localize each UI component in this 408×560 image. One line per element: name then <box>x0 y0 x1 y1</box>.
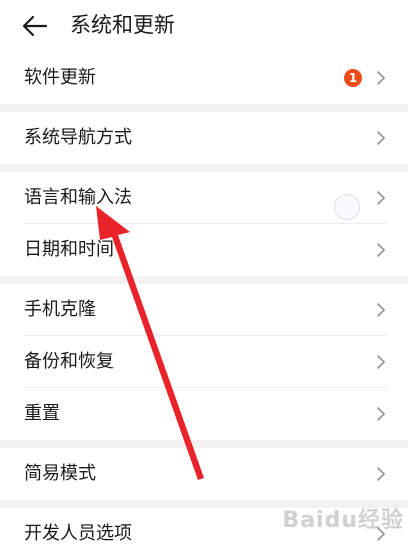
settings-item-software-update[interactable]: 软件更新 1 <box>0 52 408 104</box>
settings-item-system-navigation[interactable]: 系统导航方式 <box>0 112 408 164</box>
section-divider <box>0 104 408 112</box>
app-header: 系统和更新 <box>0 0 408 52</box>
chevron-right-icon <box>377 191 386 205</box>
watermark: Baidu经验 <box>282 508 404 533</box>
settings-item-backup-restore[interactable]: 备份和恢复 <box>0 336 408 388</box>
settings-item-phone-clone[interactable]: 手机克隆 <box>0 284 408 336</box>
section-divider <box>0 440 408 448</box>
settings-item-label: 日期和时间 <box>24 239 114 260</box>
settings-item-date-time[interactable]: 日期和时间 <box>0 224 408 276</box>
settings-item-label: 开发人员选项 <box>24 523 132 544</box>
settings-item-label: 手机克隆 <box>24 299 96 320</box>
arrow-left-icon[interactable] <box>20 12 50 40</box>
chevron-right-icon <box>377 131 386 145</box>
page-title: 系统和更新 <box>70 13 175 37</box>
chevron-right-icon <box>377 467 386 481</box>
settings-item-label: 重置 <box>24 403 60 424</box>
settings-item-label: 系统导航方式 <box>24 127 132 148</box>
chevron-right-icon <box>377 243 386 257</box>
chevron-right-icon <box>377 407 386 421</box>
settings-item-language-input[interactable]: 语言和输入法 <box>0 172 408 224</box>
touch-indicator <box>334 194 360 220</box>
chevron-right-icon <box>377 355 386 369</box>
section-divider <box>0 276 408 284</box>
settings-item-label: 软件更新 <box>24 67 96 88</box>
update-count-badge: 1 <box>344 69 362 87</box>
chevron-right-icon <box>377 303 386 317</box>
settings-item-label: 备份和恢复 <box>24 351 114 372</box>
section-divider <box>0 164 408 172</box>
settings-item-reset[interactable]: 重置 <box>0 388 408 440</box>
chevron-right-icon <box>377 71 386 85</box>
settings-item-label: 语言和输入法 <box>24 187 132 208</box>
settings-list: 软件更新 1 系统导航方式 语言和输入法 日期和时间 手机克隆 备份和恢复 重置… <box>0 52 408 560</box>
settings-item-simple-mode[interactable]: 简易模式 <box>0 448 408 500</box>
settings-item-label: 简易模式 <box>24 463 96 484</box>
